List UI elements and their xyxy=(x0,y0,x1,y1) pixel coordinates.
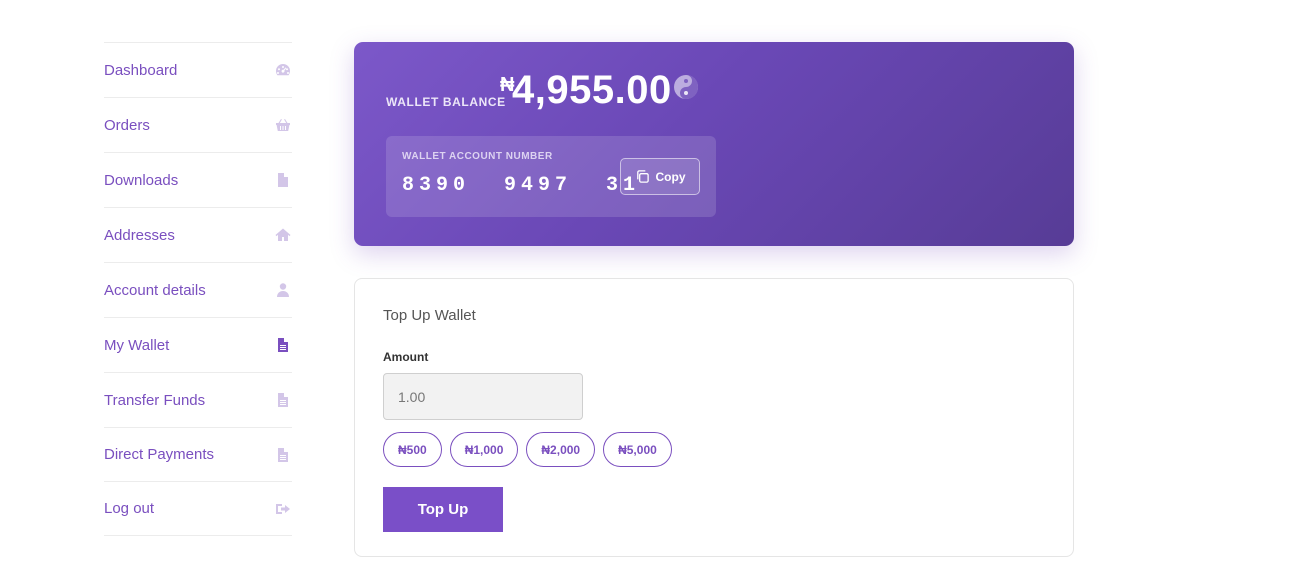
sidebar-item-addresses[interactable]: Addresses xyxy=(104,208,292,263)
sidebar-item-label: Dashboard xyxy=(104,61,178,79)
top-up-title: Top Up Wallet xyxy=(383,307,476,324)
sidebar-item-direct-payments[interactable]: Direct Payments xyxy=(104,428,292,482)
copy-icon xyxy=(635,169,650,184)
amount-label: Amount xyxy=(383,350,429,364)
home-icon xyxy=(274,226,292,244)
sidebar-item-label: Orders xyxy=(104,116,150,134)
dashboard-icon xyxy=(274,61,292,79)
account-number-box: WALLET ACCOUNT NUMBER 8390 9497 31 Copy xyxy=(386,136,716,217)
preset-5000-button[interactable]: ₦5,000 xyxy=(603,432,672,467)
preset-amounts: ₦500 ₦1,000 ₦2,000 ₦5,000 xyxy=(383,432,672,467)
sidebar-item-my-wallet[interactable]: My Wallet xyxy=(104,318,292,373)
account-sidebar: Dashboard Orders Downloads Addresses Acc… xyxy=(104,42,292,536)
preset-2000-button[interactable]: ₦2,000 xyxy=(526,432,596,467)
yin-yang-icon xyxy=(673,74,699,100)
sidebar-item-label: Downloads xyxy=(104,171,179,189)
copy-button[interactable]: Copy xyxy=(620,158,700,195)
sidebar-item-label: Transfer Funds xyxy=(104,391,206,409)
sidebar-item-label: Account details xyxy=(104,281,206,299)
file-text-icon xyxy=(274,391,292,409)
top-up-panel: Top Up Wallet Amount ₦500 ₦1,000 ₦2,000 … xyxy=(354,278,1074,557)
sidebar-item-account-details[interactable]: Account details xyxy=(104,263,292,318)
sidebar-item-orders[interactable]: Orders xyxy=(104,98,292,153)
file-text-icon xyxy=(274,336,292,354)
sidebar-item-downloads[interactable]: Downloads xyxy=(104,153,292,208)
wallet-balance-card: WALLET BALANCE ₦ 4,955.00 WALLET ACCOUNT… xyxy=(354,42,1074,246)
account-number-label: WALLET ACCOUNT NUMBER xyxy=(402,151,553,162)
amount-input[interactable] xyxy=(383,373,583,420)
sign-out-icon xyxy=(274,500,292,518)
preset-500-button[interactable]: ₦500 xyxy=(383,432,442,467)
sidebar-item-label: Log out xyxy=(104,500,155,517)
balance-label: WALLET BALANCE xyxy=(386,95,506,109)
sidebar-item-label: Direct Payments xyxy=(104,446,215,463)
sidebar-item-transfer-funds[interactable]: Transfer Funds xyxy=(104,373,292,428)
copy-button-label: Copy xyxy=(655,169,686,184)
file-icon xyxy=(274,171,292,189)
account-number: 8390 9497 31 xyxy=(402,174,641,197)
preset-1000-button[interactable]: ₦1,000 xyxy=(449,432,519,467)
user-icon xyxy=(274,281,292,299)
sidebar-item-dashboard[interactable]: Dashboard xyxy=(104,43,292,98)
file-text-icon xyxy=(274,446,292,464)
sidebar-item-log-out[interactable]: Log out xyxy=(104,482,292,536)
top-up-button[interactable]: Top Up xyxy=(383,487,503,532)
basket-icon xyxy=(274,116,292,134)
balance-amount: 4,955.00 xyxy=(512,68,672,112)
sidebar-item-label: Addresses xyxy=(104,226,175,244)
sidebar-item-label: My Wallet xyxy=(104,336,170,354)
